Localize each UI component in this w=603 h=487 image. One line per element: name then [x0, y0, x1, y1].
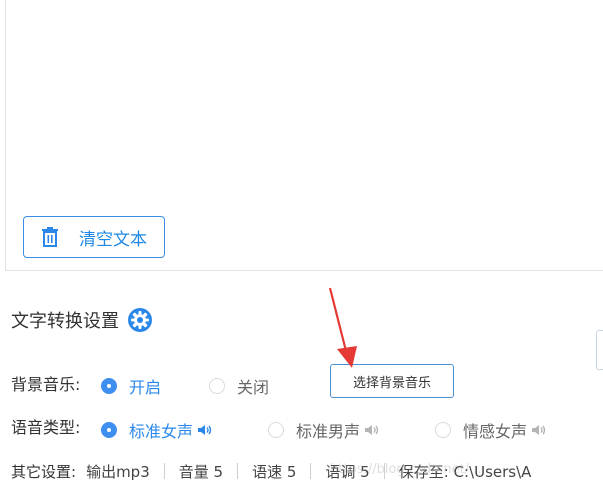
radio-checked-icon [101, 422, 117, 438]
volume-setting[interactable]: 音量 5 [179, 461, 223, 482]
separator [237, 463, 239, 479]
background-music-label: 背景音乐: [11, 375, 81, 394]
background-music-on-label: 开启 [129, 378, 162, 397]
radio-unchecked-icon [268, 422, 284, 438]
clear-text-label: 清空文本 [79, 229, 147, 250]
separator [310, 463, 312, 479]
voice-standard-male-radio[interactable]: 标准男声 [268, 418, 382, 442]
watermark: https://blog.csdn.net/... [330, 462, 482, 477]
radio-checked-icon [101, 378, 117, 394]
voice-type-row: 语音类型: [11, 414, 80, 438]
output-format-setting[interactable]: 输出mp3 [86, 461, 150, 482]
radio-unchecked-icon [435, 422, 451, 438]
gear-icon[interactable] [127, 307, 153, 333]
background-music-off-label: 关闭 [237, 378, 270, 397]
choose-background-music-button[interactable]: 选择背景音乐 [330, 364, 454, 398]
voice-standard-female-radio[interactable]: 标准女声 [101, 418, 215, 442]
voice-standard-female-label: 标准女声 [129, 422, 194, 441]
voice-standard-male-label: 标准男声 [296, 422, 361, 441]
settings-title: 文字转换设置 [11, 311, 119, 332]
other-settings-label: 其它设置: [11, 462, 77, 481]
speaker-icon[interactable] [364, 423, 382, 437]
speed-setting[interactable]: 语速 5 [252, 461, 296, 482]
clear-text-button[interactable]: 清空文本 [23, 216, 165, 258]
background-music-off-radio[interactable]: 关闭 [209, 374, 269, 398]
voice-emotional-female-label: 情感女声 [463, 422, 528, 441]
separator [163, 463, 165, 479]
radio-unchecked-icon [209, 378, 225, 394]
speaker-icon[interactable] [531, 423, 549, 437]
settings-header: 文字转换设置 [11, 307, 153, 333]
background-music-on-radio[interactable]: 开启 [101, 374, 161, 398]
speaker-icon[interactable] [197, 423, 215, 437]
voice-emotional-female-radio[interactable]: 情感女声 [435, 418, 549, 442]
side-panel-tab[interactable] [596, 330, 603, 370]
trash-icon [39, 225, 61, 249]
voice-type-label: 语音类型: [11, 418, 81, 437]
background-music-row: 背景音乐: [11, 371, 80, 395]
